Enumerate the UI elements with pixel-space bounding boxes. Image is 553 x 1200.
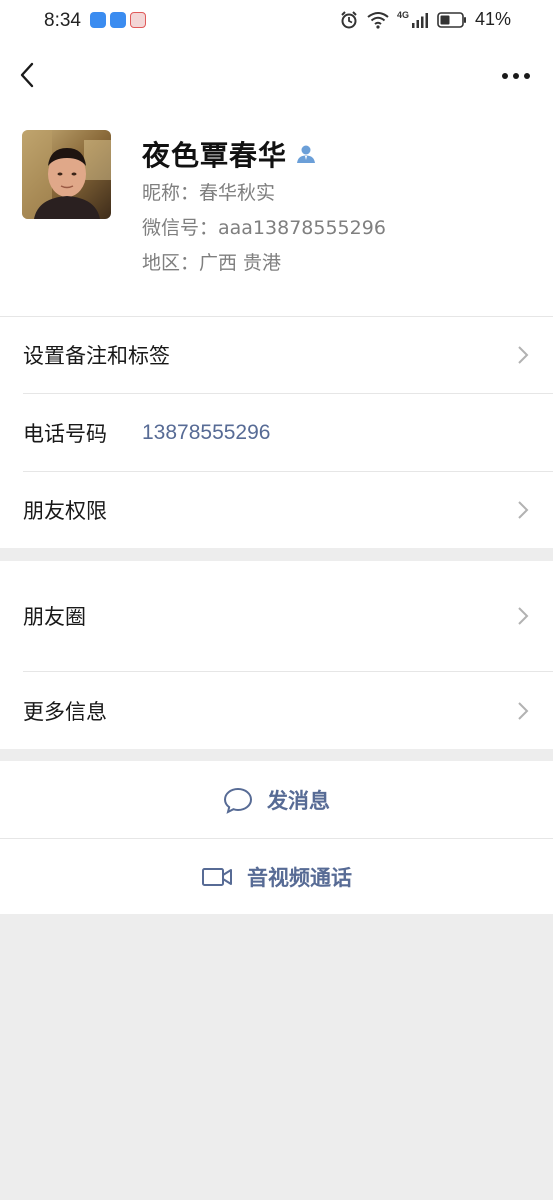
- avatar[interactable]: [22, 130, 111, 219]
- send-message-button[interactable]: 发消息: [0, 761, 553, 838]
- avatar-photo: [22, 130, 111, 219]
- status-time: 8:34: [44, 10, 81, 31]
- chevron-right-icon: [518, 701, 529, 720]
- friend-permissions-row[interactable]: 朋友权限: [0, 472, 553, 548]
- top-nav: [0, 44, 553, 106]
- region-text: 地区：广西 贵港: [142, 252, 282, 274]
- friend-permissions-label: 朋友权限: [23, 499, 107, 523]
- display-name: 夜色覃春华: [142, 139, 288, 172]
- nickname-text: 昵称：春华秋实: [142, 182, 276, 204]
- cloud-app-icon: [90, 12, 106, 28]
- alarm-icon: [341, 10, 357, 28]
- chevron-right-icon: [518, 345, 529, 364]
- notification-icons: [90, 12, 146, 28]
- profile-header: 夜色覃春华 昵称：春华秋实 微信号：aaa13878555296 地区：广西 贵…: [0, 106, 553, 316]
- video-camera-icon: [202, 867, 232, 886]
- wechat-id-text: 微信号：aaa13878555296: [142, 217, 386, 239]
- phone-label: 电话号码: [23, 421, 107, 446]
- status-bar: 8:34 4G 41%: [0, 0, 553, 44]
- chevron-right-icon: [518, 607, 529, 625]
- chat-bubble-icon: [223, 787, 253, 814]
- moments-label: 朋友圈: [23, 605, 86, 629]
- set-remark-label: 设置备注和标签: [23, 343, 170, 368]
- more-info-label: 更多信息: [23, 699, 107, 724]
- settings-section: 设置备注和标签 电话号码 13878555296 朋友权限: [0, 316, 553, 548]
- network-type: 4G: [396, 9, 409, 20]
- video-call-button[interactable]: 音视频通话: [0, 839, 553, 914]
- calendar-app-icon: [130, 12, 146, 28]
- person-icon: [297, 145, 316, 163]
- actions-section: 发消息 音视频通话: [0, 761, 553, 914]
- moments-row[interactable]: 朋友圈: [0, 561, 553, 671]
- cloud-app-icon-2: [110, 12, 126, 28]
- battery-icon: [437, 11, 466, 28]
- video-call-label: 音视频通话: [247, 865, 352, 890]
- more-options-icon[interactable]: [501, 72, 531, 80]
- moments-section: 朋友圈 更多信息: [0, 561, 553, 749]
- more-info-row[interactable]: 更多信息: [0, 672, 553, 749]
- status-right: 4G 41%: [339, 9, 511, 30]
- signal-icon: [411, 12, 428, 28]
- send-message-label: 发消息: [267, 788, 330, 813]
- back-arrow-icon[interactable]: [14, 60, 44, 90]
- chevron-right-icon: [518, 501, 529, 519]
- wifi-icon: [367, 11, 389, 29]
- phone-number-link[interactable]: 13878555296: [142, 421, 270, 445]
- name-row: 夜色覃春华: [142, 134, 317, 174]
- battery-percent: 41%: [474, 9, 511, 29]
- phone-row: 电话号码 13878555296: [0, 394, 553, 471]
- set-remark-row[interactable]: 设置备注和标签: [0, 316, 553, 393]
